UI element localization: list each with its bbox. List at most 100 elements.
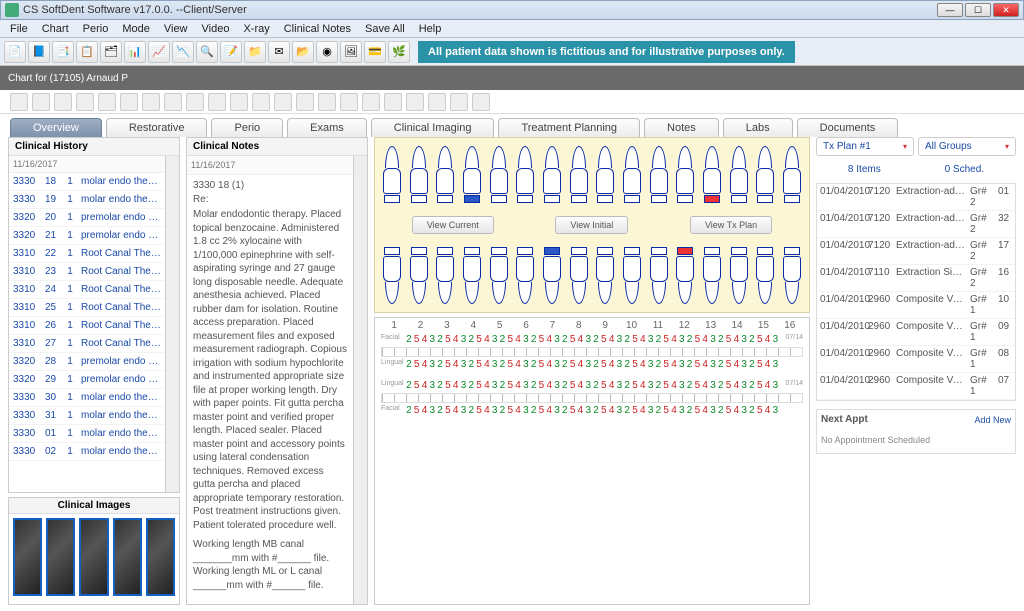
tab-perio[interactable]: Perio bbox=[211, 118, 283, 137]
toolbar-btn-14[interactable]: ◉ bbox=[316, 41, 338, 63]
tooth[interactable] bbox=[728, 246, 750, 304]
add-new-appt-link[interactable]: Add New bbox=[974, 415, 1011, 425]
xray-thumb-4[interactable] bbox=[113, 518, 142, 596]
history-row[interactable]: 3310271Root Canal Therapy - bbox=[9, 335, 165, 353]
sec-btn-11[interactable] bbox=[230, 93, 248, 111]
sec-btn-18[interactable] bbox=[384, 93, 402, 111]
tooth[interactable] bbox=[781, 246, 803, 304]
menu-mode[interactable]: Mode bbox=[116, 21, 156, 37]
toolbar-btn-10[interactable]: 📝 bbox=[220, 41, 242, 63]
tooth[interactable] bbox=[408, 246, 430, 304]
history-row[interactable]: 3310261Root Canal Therapy - bbox=[9, 317, 165, 335]
history-row[interactable]: 3330191molar endo therapy bbox=[9, 191, 165, 209]
xray-thumb-3[interactable] bbox=[79, 518, 108, 596]
tooth[interactable] bbox=[648, 146, 670, 204]
tooth[interactable] bbox=[434, 146, 456, 204]
tooth[interactable] bbox=[674, 246, 696, 304]
tab-overview[interactable]: Overview bbox=[10, 118, 102, 137]
toolbar-btn-3[interactable]: 📑 bbox=[52, 41, 74, 63]
txplan-row[interactable]: 01/04/20102960Composite VeneerGr# 109 bbox=[817, 319, 1015, 346]
history-row[interactable]: 3330181molar endo therapy bbox=[9, 173, 165, 191]
history-scrollbar[interactable] bbox=[165, 156, 179, 492]
tab-labs[interactable]: Labs bbox=[723, 118, 793, 137]
history-row[interactable]: 3330021molar endo therapy bbox=[9, 443, 165, 461]
toolbar-btn-17[interactable]: 🌿 bbox=[388, 41, 410, 63]
tooth[interactable] bbox=[728, 146, 750, 204]
toolbar-btn-13[interactable]: 📂 bbox=[292, 41, 314, 63]
xray-thumb-1[interactable] bbox=[13, 518, 42, 596]
tooth[interactable] bbox=[648, 246, 670, 304]
sec-btn-5[interactable] bbox=[98, 93, 116, 111]
txplan-row[interactable]: 01/04/20102960Composite VeneerGr# 107 bbox=[817, 373, 1015, 400]
view-txplan-button[interactable]: View Tx Plan bbox=[690, 216, 772, 234]
tooth[interactable] bbox=[514, 146, 536, 204]
tab-restorative[interactable]: Restorative bbox=[106, 118, 208, 137]
tab-notes[interactable]: Notes bbox=[644, 118, 719, 137]
history-row[interactable]: 3310231Root Canal Therapy - bbox=[9, 263, 165, 281]
menu-xray[interactable]: X-ray bbox=[237, 21, 275, 37]
txplan-dropdown[interactable]: Tx Plan #1▾ bbox=[816, 137, 914, 156]
tooth[interactable] bbox=[514, 246, 536, 304]
tooth[interactable] bbox=[541, 146, 563, 204]
tooth[interactable] bbox=[621, 146, 643, 204]
tooth[interactable] bbox=[701, 246, 723, 304]
tooth[interactable] bbox=[381, 146, 403, 204]
sec-btn-14[interactable] bbox=[296, 93, 314, 111]
tooth[interactable] bbox=[488, 146, 510, 204]
groups-dropdown[interactable]: All Groups▾ bbox=[918, 137, 1016, 156]
sec-btn-16[interactable] bbox=[340, 93, 358, 111]
view-initial-button[interactable]: View Initial bbox=[555, 216, 628, 234]
history-row[interactable]: 3320291premolar endo therap bbox=[9, 371, 165, 389]
window-maximize-button[interactable]: ☐ bbox=[965, 3, 991, 17]
tab-treatment-planning[interactable]: Treatment Planning bbox=[498, 118, 640, 137]
tooth[interactable] bbox=[701, 146, 723, 204]
history-row[interactable]: 3310221Root Canal Therapy - bbox=[9, 245, 165, 263]
xray-thumb-5[interactable] bbox=[146, 518, 175, 596]
toolbar-btn-8[interactable]: 📉 bbox=[172, 41, 194, 63]
sec-btn-15[interactable] bbox=[318, 93, 336, 111]
tab-clinical-imaging[interactable]: Clinical Imaging bbox=[371, 118, 495, 137]
history-row[interactable]: 3330301molar endo therapy bbox=[9, 389, 165, 407]
txplan-row[interactable]: 01/04/20107120Extraction-additionalGr# 2… bbox=[817, 184, 1015, 211]
toolbar-btn-12[interactable]: ✉ bbox=[268, 41, 290, 63]
menu-clinical-notes[interactable]: Clinical Notes bbox=[278, 21, 357, 37]
history-row[interactable]: 3320281premolar endo therap bbox=[9, 353, 165, 371]
xray-thumb-2[interactable] bbox=[46, 518, 75, 596]
history-row[interactable]: 3310241Root Canal Therapy - bbox=[9, 281, 165, 299]
sec-btn-10[interactable] bbox=[208, 93, 226, 111]
txplan-row[interactable]: 01/04/20102960Composite VeneerGr# 108 bbox=[817, 346, 1015, 373]
history-row[interactable]: 3320201premolar endo therap bbox=[9, 209, 165, 227]
window-minimize-button[interactable]: — bbox=[937, 3, 963, 17]
toolbar-btn-7[interactable]: 📈 bbox=[148, 41, 170, 63]
txplan-row[interactable]: 01/04/20107120Extraction-additionalGr# 2… bbox=[817, 211, 1015, 238]
toolbar-btn-9[interactable]: 🔍 bbox=[196, 41, 218, 63]
tooth[interactable] bbox=[568, 146, 590, 204]
sec-btn-9[interactable] bbox=[186, 93, 204, 111]
tooth[interactable] bbox=[381, 246, 403, 304]
tooth[interactable] bbox=[594, 146, 616, 204]
sec-btn-2[interactable] bbox=[32, 93, 50, 111]
toolbar-btn-5[interactable]: 🗂 bbox=[100, 41, 122, 63]
history-row[interactable]: 3330011molar endo therapy bbox=[9, 425, 165, 443]
sec-btn-7[interactable] bbox=[142, 93, 160, 111]
tooth[interactable] bbox=[568, 246, 590, 304]
menu-save-all[interactable]: Save All bbox=[359, 21, 411, 37]
toolbar-btn-6[interactable]: 📊 bbox=[124, 41, 146, 63]
menu-chart[interactable]: Chart bbox=[36, 21, 75, 37]
tooth[interactable] bbox=[488, 246, 510, 304]
sec-btn-12[interactable] bbox=[252, 93, 270, 111]
history-row[interactable]: 3310251Root Canal Therapy - bbox=[9, 299, 165, 317]
menu-view[interactable]: View bbox=[158, 21, 194, 37]
toolbar-btn-1[interactable]: 📄 bbox=[4, 41, 26, 63]
sec-btn-1[interactable] bbox=[10, 93, 28, 111]
tooth[interactable] bbox=[434, 246, 456, 304]
txplan-row[interactable]: 01/04/20102960Composite VeneerGr# 110 bbox=[817, 292, 1015, 319]
sec-btn-3[interactable] bbox=[54, 93, 72, 111]
menu-video[interactable]: Video bbox=[196, 21, 236, 37]
toolbar-btn-2[interactable]: 📘 bbox=[28, 41, 50, 63]
sec-btn-21[interactable] bbox=[450, 93, 468, 111]
txplan-row[interactable]: 01/04/20107120Extraction-additionalGr# 2… bbox=[817, 238, 1015, 265]
menu-perio[interactable]: Perio bbox=[77, 21, 115, 37]
sec-btn-20[interactable] bbox=[428, 93, 446, 111]
sec-btn-22[interactable] bbox=[472, 93, 490, 111]
